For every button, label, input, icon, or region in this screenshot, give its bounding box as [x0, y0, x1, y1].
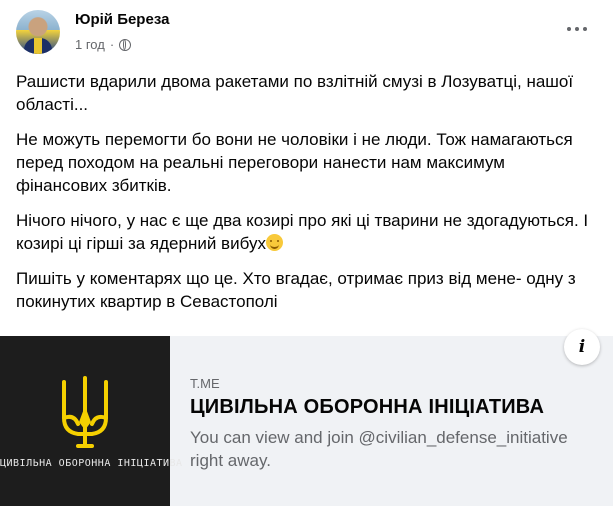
post-paragraph: Пишіть у коментарях що це. Хто вгадає, о… [16, 269, 576, 311]
post-text: Рашисти вдарили двома ракетами по взлітн… [16, 70, 600, 325]
info-icon[interactable]: i [564, 329, 600, 365]
more-dot-icon [575, 27, 579, 31]
globe-icon[interactable] [119, 38, 132, 51]
author-name[interactable]: Юрій Береза [75, 11, 169, 28]
author-avatar[interactable] [16, 10, 60, 54]
post-paragraph: Не можуть перемогти бо вони не чоловіки … [16, 130, 573, 195]
post-paragraph-text: Нічого нічого, у нас є ще два козирі про… [16, 211, 589, 253]
post-meta: 1 год · [75, 37, 132, 52]
more-options-button[interactable] [562, 18, 592, 40]
trident-icon [62, 376, 108, 448]
link-domain: T.ME [190, 376, 220, 391]
more-dot-icon [583, 27, 587, 31]
link-preview[interactable]: ЦИВІЛЬНА ОБОРОННА ІНІЦІАТИВА i T.ME ЦИВІ… [0, 329, 613, 506]
post-time[interactable]: 1 год [75, 37, 105, 52]
post-paragraph: Рашисти вдарили двома ракетами по взлітн… [16, 72, 574, 114]
more-dot-icon [567, 27, 571, 31]
meta-separator: · [109, 37, 115, 52]
link-title[interactable]: ЦИВІЛЬНА ОБОРОННА ІНІЦІАТИВА [190, 396, 544, 419]
avatar-stripe [34, 38, 42, 54]
smiling-face-icon [265, 234, 283, 251]
link-description: You can view and join @civilian_defense_… [190, 428, 568, 470]
post-header: Юрій Береза 1 год · [0, 0, 613, 68]
thumbnail-caption: ЦИВІЛЬНА ОБОРОННА ІНІЦІАТИВА [0, 458, 183, 469]
link-thumbnail[interactable]: ЦИВІЛЬНА ОБОРОННА ІНІЦІАТИВА [0, 336, 183, 506]
post-paragraph: Нічого нічого, у нас є ще два козирі про… [16, 209, 600, 255]
